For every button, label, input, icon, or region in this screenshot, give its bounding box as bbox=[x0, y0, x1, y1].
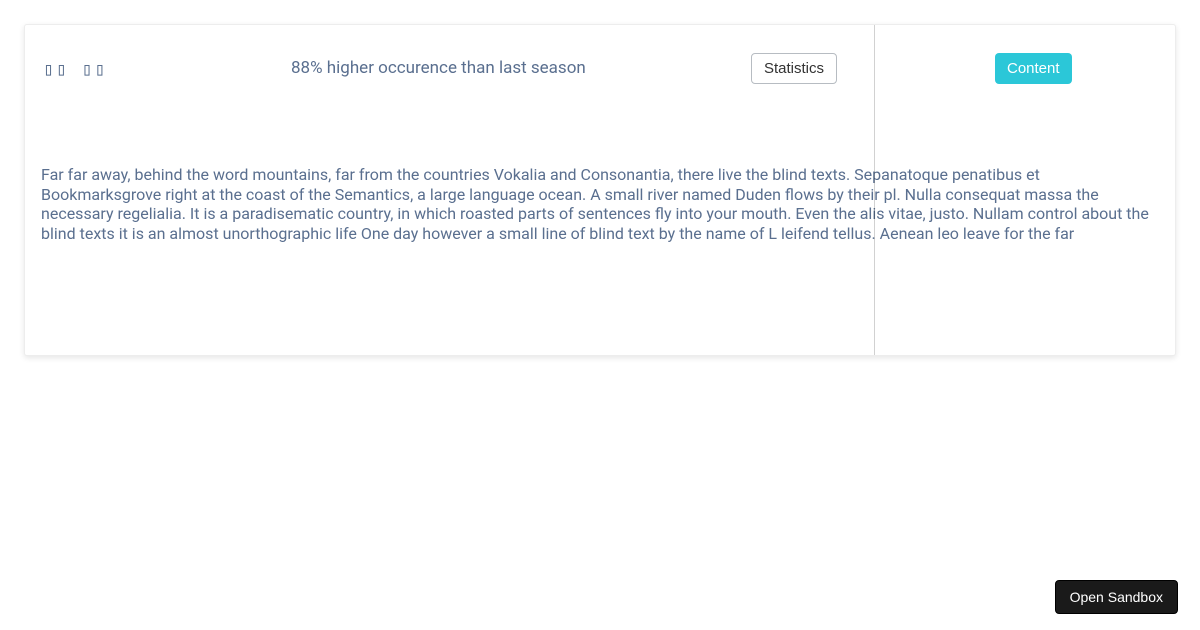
headline-text: 88% higher occurence than last season bbox=[291, 58, 586, 78]
placeholder-icon: ▯▯ ▯▯ bbox=[43, 59, 107, 80]
body-paragraph: Far far away, behind the word mountains,… bbox=[25, 165, 1175, 243]
main-card: ▯▯ ▯▯ 88% higher occurence than last sea… bbox=[24, 24, 1176, 356]
page-wrapper: ▯▯ ▯▯ 88% higher occurence than last sea… bbox=[0, 0, 1200, 380]
content-button[interactable]: Content bbox=[995, 53, 1072, 84]
card-header: ▯▯ ▯▯ 88% higher occurence than last sea… bbox=[25, 25, 1175, 105]
statistics-button[interactable]: Statistics bbox=[751, 53, 837, 84]
open-sandbox-button[interactable]: Open Sandbox bbox=[1055, 580, 1178, 614]
